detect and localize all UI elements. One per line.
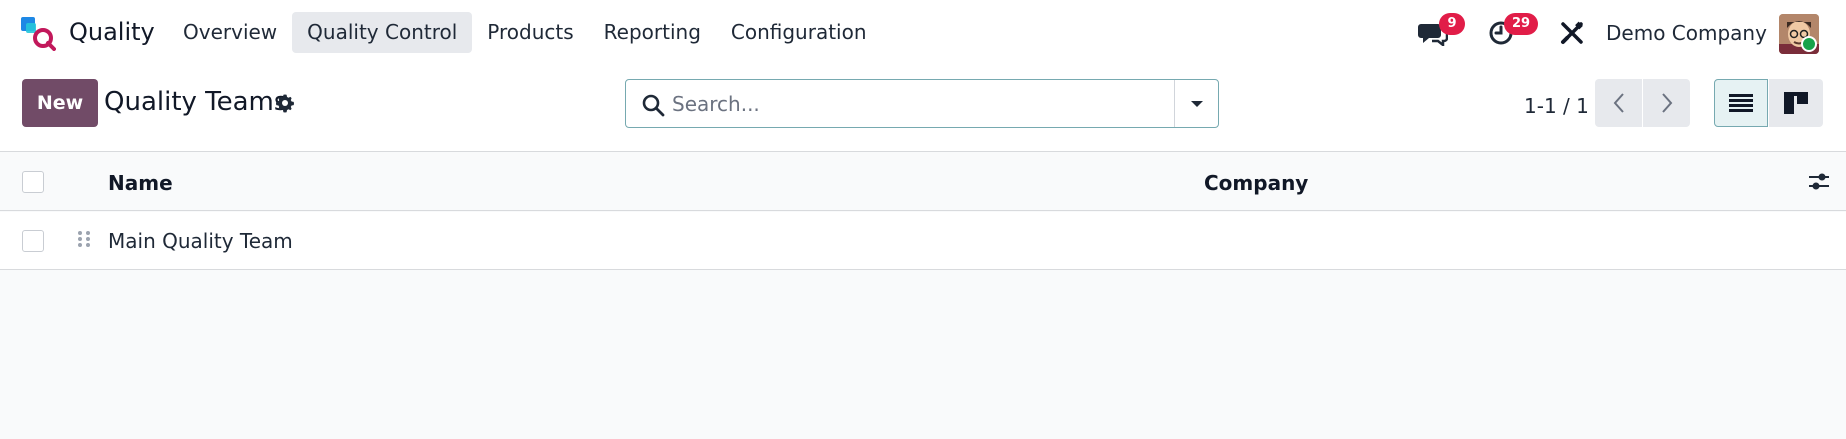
search-icon (642, 94, 665, 117)
cell-name[interactable]: Main Quality Team (108, 228, 293, 254)
menu-item-products[interactable]: Products (472, 12, 588, 53)
gear-icon[interactable] (275, 93, 295, 113)
online-status-dot (1801, 36, 1817, 52)
pager-previous-button[interactable] (1595, 79, 1642, 127)
menu-item-quality-control[interactable]: Quality Control (292, 12, 473, 53)
kanban-view-icon (1784, 92, 1808, 114)
menu-item-reporting[interactable]: Reporting (589, 12, 716, 53)
messages-count-badge: 9 (1439, 13, 1465, 35)
activities-count-badge: 29 (1504, 13, 1538, 35)
optional-columns-icon[interactable] (1808, 171, 1830, 193)
company-switcher[interactable]: Demo Company (1606, 19, 1767, 47)
page-title: Quality Teams (104, 87, 288, 117)
search-options-toggle[interactable] (1174, 80, 1218, 127)
drag-handle-icon[interactable] (77, 230, 91, 252)
select-all-checkbox[interactable] (22, 171, 44, 193)
column-header-name[interactable]: Name (108, 170, 173, 196)
quality-app-logo-icon[interactable] (20, 15, 56, 51)
pager-value[interactable]: 1-1 / 1 (1524, 93, 1589, 119)
chevron-right-icon (1661, 93, 1672, 113)
list-view-icon (1729, 94, 1753, 112)
main-menu: Overview Quality Control Products Report… (168, 12, 882, 53)
list-header: Name Company (0, 153, 1846, 211)
list-view-button[interactable] (1714, 79, 1768, 127)
column-header-company[interactable]: Company (1204, 170, 1308, 196)
debug-tools-icon[interactable] (1560, 21, 1584, 45)
menu-item-overview[interactable]: Overview (168, 12, 292, 53)
pager-next-button[interactable] (1643, 79, 1690, 127)
top-navbar: Quality Overview Quality Control Product… (0, 0, 1846, 66)
new-button[interactable]: New (22, 79, 98, 127)
control-panel: New Quality Teams 1-1 / 1 (0, 66, 1846, 152)
caret-down-icon (1190, 100, 1203, 107)
search-input[interactable] (672, 80, 1172, 127)
chevron-left-icon (1613, 93, 1624, 113)
table-row[interactable]: Main Quality Team (0, 212, 1846, 270)
menu-item-configuration[interactable]: Configuration (716, 12, 882, 53)
kanban-view-button[interactable] (1769, 79, 1823, 127)
app-name[interactable]: Quality (69, 17, 155, 47)
row-checkbox[interactable] (22, 230, 44, 252)
search-bar (625, 79, 1219, 128)
